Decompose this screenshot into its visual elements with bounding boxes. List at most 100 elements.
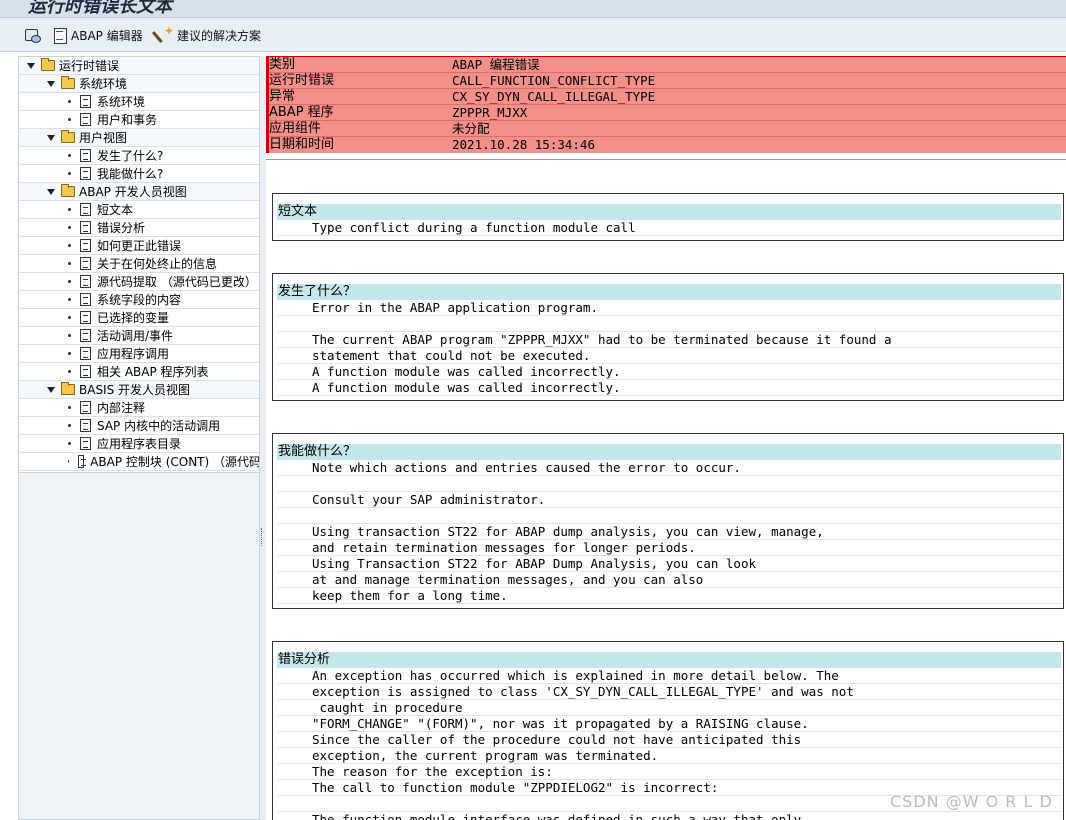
text-line: "FORM_CHANGE" "(FORM)", nor was it propa… xyxy=(277,716,1061,732)
watermark: CSDN @W O R L D xyxy=(890,792,1053,811)
tree-folder-basis-developer-view[interactable]: BASIS 开发人员视图 xyxy=(19,381,259,399)
tree-item[interactable]: 如何更正此错误 xyxy=(19,237,259,255)
document-icon xyxy=(80,203,91,216)
tree-item[interactable]: 应用程序调用 xyxy=(19,345,259,363)
toolbar: ABAP 编辑器 建议的解决方案 xyxy=(0,18,1066,52)
document-icon xyxy=(80,257,91,270)
tree-node-label: 用户视图 xyxy=(79,131,128,145)
tree-item[interactable]: 系统环境 xyxy=(19,93,259,111)
section-title: 短文本 xyxy=(277,204,1061,220)
tree-item[interactable]: 系统字段的内容 xyxy=(19,291,259,309)
section-title: 发生了什么？ xyxy=(277,284,1061,300)
tree-folder-user-view[interactable]: 用户视图 xyxy=(19,129,259,147)
tree-node-label: 发生了什么? xyxy=(97,149,164,163)
text-line: and retain termination messages for long… xyxy=(277,540,1061,556)
text-line: The current ABAP program "ZPPPR_MJXX" ha… xyxy=(277,332,1061,348)
tree-item[interactable]: 短文本 xyxy=(19,201,259,219)
tree-item[interactable]: 已选择的变量 xyxy=(19,309,259,327)
suggested-solution-button[interactable]: 建议的解决方案 xyxy=(158,24,261,44)
text-line: Note which actions and entries caused th… xyxy=(277,460,1061,476)
folder-icon xyxy=(61,382,75,395)
text-line: statement that could not be executed. xyxy=(277,348,1061,364)
expand-arrow-icon[interactable] xyxy=(47,134,55,141)
tree-node-label: 应用程序表目录 xyxy=(97,437,182,451)
text-line: Using transaction ST22 for ABAP dump ana… xyxy=(277,524,1061,540)
text-line xyxy=(277,476,1061,492)
tree-item[interactable]: 我能做什么? xyxy=(19,165,259,183)
abap-editor-button[interactable]: ABAP 编辑器 xyxy=(52,26,143,44)
document-icon xyxy=(80,329,91,342)
tree-item[interactable]: 关于在何处终止的信息 xyxy=(19,255,259,273)
header-row: 应用组件 未分配 xyxy=(269,121,1066,137)
text-line: The function module interface was define… xyxy=(277,812,1061,820)
tree-folder-system-environment[interactable]: 系统环境 xyxy=(19,75,259,93)
tree-empty-area xyxy=(19,472,259,819)
header-row: 类别 ABAP 编程错误 xyxy=(269,57,1066,73)
tree-node-label: BASIS 开发人员视图 xyxy=(79,383,191,397)
tree-root-runtime-error[interactable]: 运行时错误 xyxy=(19,57,259,75)
expand-arrow-icon[interactable] xyxy=(47,386,55,393)
text-line xyxy=(277,316,1061,332)
document-icon xyxy=(80,437,91,450)
text-line: Type conflict during a function module c… xyxy=(277,220,1061,236)
document-icon xyxy=(80,401,91,414)
document-icon xyxy=(80,275,91,288)
tree-node-label: SAP 内核中的活动调用 xyxy=(97,419,221,433)
expand-arrow-icon[interactable] xyxy=(47,188,55,195)
magic-wand-icon xyxy=(158,24,174,43)
tree-node-label: 系统环境 xyxy=(97,95,146,109)
text-line: The reason for the exception is: xyxy=(277,764,1061,780)
folder-icon xyxy=(61,184,75,197)
document-icon xyxy=(80,419,91,432)
splitter-grip[interactable] xyxy=(261,528,264,546)
document-icon xyxy=(78,455,87,468)
window-title: 运行时错误长文本 xyxy=(28,0,172,17)
tree-node-label: 运行时错误 xyxy=(59,59,120,73)
header-row: 异常 CX_SY_DYN_CALL_ILLEGAL_TYPE xyxy=(269,89,1066,105)
tree-item[interactable]: 活动调用/事件 xyxy=(19,327,259,345)
editor-icon xyxy=(52,27,68,44)
tree-item[interactable]: 内部注释 xyxy=(19,399,259,417)
section-title: 错误分析 xyxy=(277,652,1061,668)
tree-item[interactable]: 应用程序表目录 xyxy=(19,435,259,453)
tree-node-label: 系统环境 xyxy=(79,77,128,91)
window-title-bar: 运行时错误长文本 xyxy=(0,0,1066,18)
section-what-can-i-do: 我能做什么？ Note which actions and entries ca… xyxy=(272,433,1064,609)
text-line: A function module was called incorrectly… xyxy=(277,380,1061,396)
tree-item[interactable]: 用户和事务 xyxy=(19,111,259,129)
tree-item[interactable]: 错误分析 xyxy=(19,219,259,237)
text-line: caught in procedure xyxy=(277,700,1061,716)
tree-item[interactable]: SAP 内核中的活动调用 xyxy=(19,417,259,435)
tree-item[interactable]: 源代码提取 （源代码已更改） xyxy=(19,273,259,291)
dump-long-text-view: 类别 ABAP 编程错误 运行时错误 CALL_FUNCTION_CONFLICT_… xyxy=(266,52,1066,820)
tree-node-label: 短文本 xyxy=(97,203,134,217)
text-line: Error in the ABAP application program. xyxy=(277,300,1061,316)
tree-node-label: 如何更正此错误 xyxy=(97,239,182,253)
header-row: 运行时错误 CALL_FUNCTION_CONFLICT_TYPE xyxy=(269,73,1066,89)
tree-item[interactable]: 相关 ABAP 程序列表 xyxy=(19,363,259,381)
tree-item[interactable]: 发生了什么? xyxy=(19,147,259,165)
text-line: at and manage termination messages, and … xyxy=(277,572,1061,588)
document-icon xyxy=(80,311,91,324)
text-line: Since the caller of the procedure could … xyxy=(277,732,1061,748)
document-icon xyxy=(80,221,91,234)
header-row: 日期和时间 2021.10.28 15:34:46 xyxy=(269,137,595,152)
display-object-button[interactable] xyxy=(24,26,41,44)
tree-item[interactable]: ABAP 控制块 (CONT) （源代码 xyxy=(19,453,260,471)
document-icon xyxy=(80,239,91,252)
text-line: Using Transaction ST22 for ABAP Dump Ana… xyxy=(277,556,1061,572)
tree-node-label: 我能做什么? xyxy=(97,167,164,181)
tree-folder-abap-developer-view[interactable]: ABAP 开发人员视图 xyxy=(19,183,259,201)
document-icon xyxy=(80,95,91,108)
tree-node-label: 用户和事务 xyxy=(97,113,158,127)
glasses-icon xyxy=(24,27,41,43)
tree-node-label: ABAP 控制块 (CONT) （源代码 xyxy=(90,455,260,469)
section-what-happened: 发生了什么？ Error in the ABAP application pro… xyxy=(272,273,1064,401)
tree-node-label: 内部注释 xyxy=(97,401,146,415)
document-icon xyxy=(80,365,91,378)
expand-arrow-icon[interactable] xyxy=(27,62,35,69)
text-line xyxy=(277,508,1061,524)
expand-arrow-icon[interactable] xyxy=(47,80,55,87)
tree-node-label: 活动调用/事件 xyxy=(97,329,174,343)
tree-node-label: 相关 ABAP 程序列表 xyxy=(97,365,209,379)
